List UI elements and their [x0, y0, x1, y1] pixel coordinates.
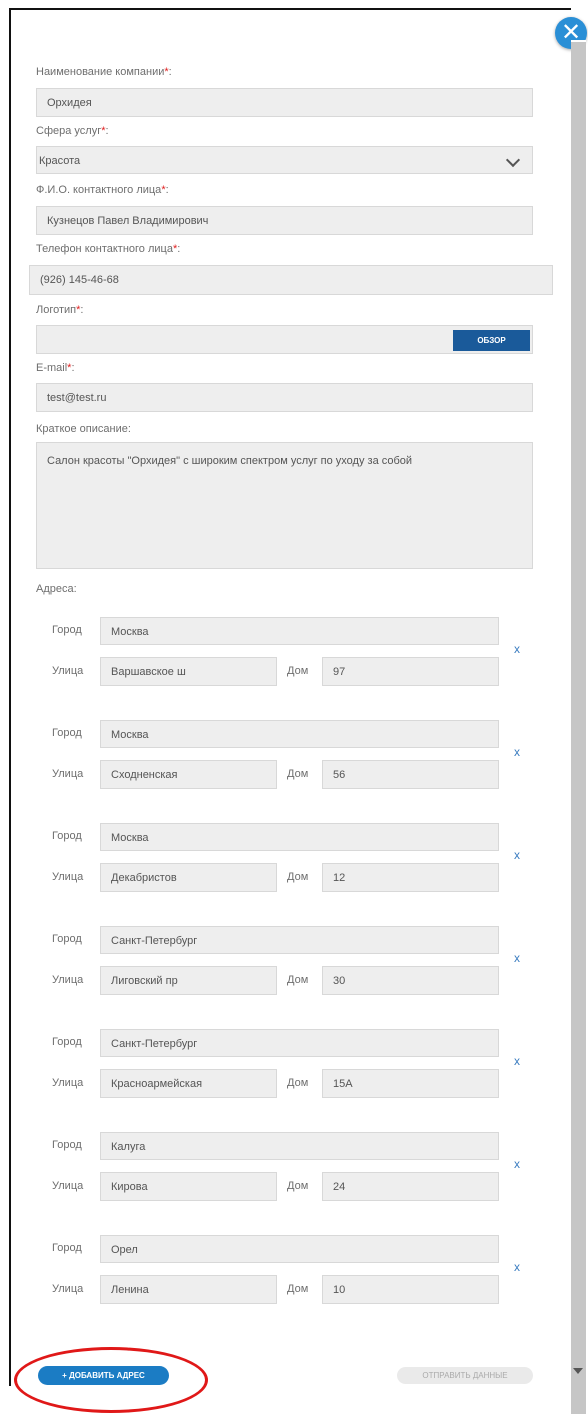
house-label: Дом — [287, 768, 309, 780]
remove-address-button[interactable]: x — [514, 745, 520, 759]
house-label: Дом — [287, 665, 309, 677]
street-input[interactable]: Ленина — [100, 1275, 277, 1304]
city-label: Город — [52, 1036, 82, 1048]
street-input[interactable]: Лиговский пр — [100, 966, 277, 995]
house-label: Дом — [287, 1283, 309, 1295]
city-label: Город — [52, 624, 82, 636]
contact-label: Ф.И.О. контактного лица*: — [36, 184, 169, 196]
email-label: E-mail*: — [36, 362, 75, 374]
chevron-down-icon — [505, 152, 521, 168]
street-label: Улица — [52, 974, 84, 986]
city-label: Город — [52, 830, 82, 842]
company-input[interactable]: Орхидея — [36, 88, 533, 117]
house-label: Дом — [287, 1180, 309, 1192]
city-input[interactable]: Санкт-Петербург — [100, 1029, 499, 1057]
scrollbar[interactable] — [571, 40, 586, 1414]
city-input[interactable]: Санкт-Петербург — [100, 926, 499, 954]
street-label: Улица — [52, 1077, 84, 1089]
browse-button[interactable]: ОБЗОР — [453, 330, 530, 351]
contact-input[interactable]: Кузнецов Павел Владимирович — [36, 206, 533, 235]
house-input[interactable]: 97 — [322, 657, 499, 686]
addresses-title: Адреса: — [36, 583, 77, 595]
city-input[interactable]: Москва — [100, 823, 499, 851]
city-input[interactable]: Калуга — [100, 1132, 499, 1160]
street-label: Улица — [52, 768, 84, 780]
description-textarea[interactable]: Салон красоты "Орхидея" с широким спектр… — [36, 442, 533, 569]
street-label: Улица — [52, 871, 84, 883]
street-input[interactable]: Декабристов — [100, 863, 277, 892]
house-input[interactable]: 24 — [322, 1172, 499, 1201]
remove-address-button[interactable]: x — [514, 951, 520, 965]
scrollbar-thumb[interactable] — [571, 42, 586, 1414]
phone-input[interactable]: (926) 145-46-68 — [29, 265, 553, 295]
sphere-label: Сфера услуг*: — [36, 125, 109, 137]
street-label: Улица — [52, 1283, 84, 1295]
house-input[interactable]: 56 — [322, 760, 499, 789]
city-input[interactable]: Орел — [100, 1235, 499, 1263]
house-input[interactable]: 12 — [322, 863, 499, 892]
phone-label: Телефон контактного лица*: — [36, 243, 181, 255]
highlight-annotation — [14, 1347, 208, 1413]
street-label: Улица — [52, 665, 84, 677]
house-input[interactable]: 30 — [322, 966, 499, 995]
house-label: Дом — [287, 1077, 309, 1089]
house-input[interactable]: 10 — [322, 1275, 499, 1304]
remove-address-button[interactable]: x — [514, 1157, 520, 1171]
description-label: Краткое описание: — [36, 423, 131, 435]
remove-address-button[interactable]: x — [514, 848, 520, 862]
submit-button[interactable]: ОТПРАВИТЬ ДАННЫЕ — [397, 1367, 533, 1384]
city-input[interactable]: Москва — [100, 720, 499, 748]
scroll-down-arrow-icon[interactable] — [573, 1368, 583, 1374]
company-label: Наименование компании*: — [36, 66, 172, 78]
logo-label: Логотип*: — [36, 304, 84, 316]
house-label: Дом — [287, 974, 309, 986]
street-label: Улица — [52, 1180, 84, 1192]
remove-address-button[interactable]: x — [514, 642, 520, 656]
city-label: Город — [52, 727, 82, 739]
city-label: Город — [52, 1139, 82, 1151]
street-input[interactable]: Кирова — [100, 1172, 277, 1201]
house-label: Дом — [287, 871, 309, 883]
sphere-select[interactable]: Красота — [36, 146, 533, 174]
remove-address-button[interactable]: x — [514, 1054, 520, 1068]
city-label: Город — [52, 933, 82, 945]
city-label: Город — [52, 1242, 82, 1254]
remove-address-button[interactable]: x — [514, 1260, 520, 1274]
street-input[interactable]: Сходненская — [100, 760, 277, 789]
email-input[interactable]: test@test.ru — [36, 383, 533, 412]
street-input[interactable]: Варшавское ш — [100, 657, 277, 686]
street-input[interactable]: Красноармейская — [100, 1069, 277, 1098]
house-input[interactable]: 15А — [322, 1069, 499, 1098]
city-input[interactable]: Москва — [100, 617, 499, 645]
